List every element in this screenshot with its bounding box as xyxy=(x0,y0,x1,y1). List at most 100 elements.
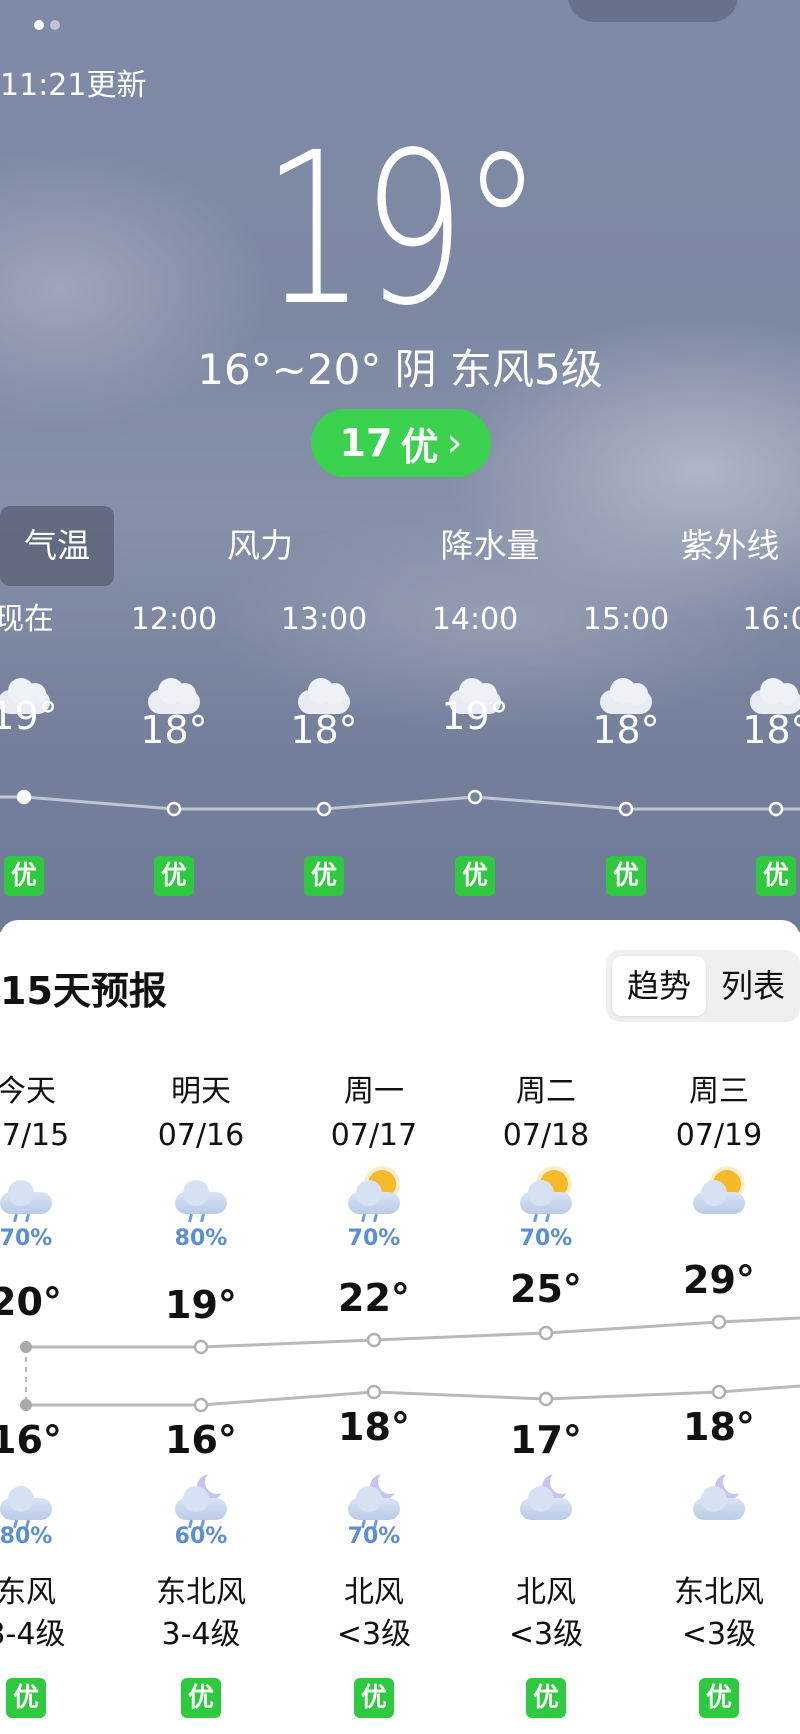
aqi-value: 17 xyxy=(339,421,393,465)
day-date: 07/17 xyxy=(330,1118,418,1153)
tab-temperature[interactable]: 气温 xyxy=(0,506,114,586)
day-name: 周一 xyxy=(344,1074,404,1109)
night-precip-chance: 70% xyxy=(347,1524,401,1549)
low-temp-point xyxy=(366,1384,382,1400)
chevron-right-icon: › xyxy=(446,420,463,466)
hour-column: 15:00 18° 优 xyxy=(556,590,696,896)
aqi-badge: 优 xyxy=(181,1678,221,1718)
aqi-badge: 优 xyxy=(6,1678,46,1718)
aqi-badge: 优 xyxy=(526,1678,566,1718)
view-toggle: 趋势 列表 xyxy=(606,950,800,1022)
low-temp-point xyxy=(20,1399,32,1411)
hour-point xyxy=(166,801,182,817)
current-weather-panel: 11:21更新 19° 16°~20° 阴 东风5级 17 优 › 气温 风力 … xyxy=(0,0,800,932)
tab-uv[interactable]: 紫外线 xyxy=(660,506,800,586)
day-precip-chance: 70% xyxy=(0,1226,53,1251)
tab-list[interactable]: 列表 xyxy=(708,956,798,1016)
hour-point xyxy=(768,801,784,817)
hour-time: 16:0 xyxy=(742,602,800,637)
rain-cloud-icon xyxy=(0,1474,56,1530)
hourly-temperature-line xyxy=(0,789,800,817)
wind-direction: 东北风 xyxy=(674,1575,764,1610)
aqi-badge: 优 xyxy=(4,856,44,896)
moon-rain-cloud-icon xyxy=(171,1470,231,1530)
hour-column: 14:00 19° 优 xyxy=(405,590,545,896)
aqi-badge: 优 xyxy=(699,1678,739,1718)
tab-trend[interactable]: 趋势 xyxy=(612,956,706,1016)
high-temp-point xyxy=(538,1325,554,1341)
high-temp-point xyxy=(711,1314,727,1330)
day-date: 07/19 xyxy=(675,1118,763,1153)
wind-level: <3级 xyxy=(681,1617,757,1652)
hour-time: 12:00 xyxy=(130,602,218,637)
current-temperature: 19° xyxy=(261,107,543,352)
wind-direction: 东风 xyxy=(0,1575,56,1610)
hour-point xyxy=(316,801,332,817)
day-precip-chance: 70% xyxy=(347,1226,401,1251)
low-temp-point xyxy=(711,1384,727,1400)
rain-cloud-icon xyxy=(0,1168,56,1224)
update-time: 11:21更新 xyxy=(0,68,147,103)
page-indicator xyxy=(34,20,60,30)
daily-temperature-trend xyxy=(20,1314,800,1413)
aqi-badge: 优 xyxy=(304,856,344,896)
wind-level: 3-4级 xyxy=(0,1617,66,1652)
day-precip-chance: 70% xyxy=(519,1226,573,1251)
wind-direction: 北风 xyxy=(344,1575,404,1610)
aqi-badge: 优 xyxy=(354,1678,394,1718)
aqi-label: 优 xyxy=(400,424,439,469)
hour-point xyxy=(618,801,634,817)
metric-tabs: 气温 风力 降水量 紫外线 xyxy=(0,506,800,586)
aqi-badge: 优 xyxy=(154,856,194,896)
aqi-badge: 优 xyxy=(455,856,495,896)
hour-point xyxy=(467,789,483,805)
wind-direction: 东北风 xyxy=(156,1575,246,1610)
sun-rain-cloud-icon xyxy=(516,1168,576,1224)
aqi-badge: 优 xyxy=(606,856,646,896)
hour-time: 13:00 xyxy=(280,602,368,637)
hour-column: 16:018°优 xyxy=(706,590,800,896)
night-precip-chance: 80% xyxy=(0,1524,53,1549)
day-name: 明天 xyxy=(171,1074,231,1109)
cloud-map-button[interactable] xyxy=(568,0,738,22)
moon-rain-cloud-icon xyxy=(344,1470,404,1530)
day-precip-chance: 80% xyxy=(174,1226,228,1251)
sun-cloud-icon xyxy=(689,1168,749,1224)
hour-column: 12:00 18° 优 xyxy=(104,590,244,896)
hour-temperature: 19° xyxy=(441,694,509,738)
tab-wind[interactable]: 风力 xyxy=(200,506,320,586)
wind-level: 3-4级 xyxy=(161,1617,241,1652)
sun-rain-cloud-icon xyxy=(344,1168,404,1224)
rain-cloud-icon xyxy=(171,1168,231,1224)
night-precip-chance: 60% xyxy=(174,1524,228,1549)
low-temp-point xyxy=(193,1397,209,1413)
hour-time: 15:00 xyxy=(582,602,670,637)
moon-cloud-icon xyxy=(689,1470,749,1530)
hour-column: 现在 19° 优 xyxy=(0,590,94,896)
aqi-badge: 优 xyxy=(756,856,796,896)
today-summary: 16°~20° 阴 东风5级 xyxy=(197,345,603,394)
moon-cloud-icon xyxy=(516,1470,576,1530)
day-name: 周二 xyxy=(516,1074,576,1109)
hour-time: 现在 xyxy=(0,602,54,637)
forecast-title: 15天预报 xyxy=(0,969,167,1013)
high-temp-point xyxy=(20,1341,32,1353)
hour-time: 14:00 xyxy=(431,602,519,637)
page-dot-active xyxy=(34,20,44,30)
high-temp-point xyxy=(193,1339,209,1355)
hour-point xyxy=(16,789,32,805)
wind-level: <3级 xyxy=(336,1617,412,1652)
day-name: 周三 xyxy=(689,1074,749,1109)
day-date: 07/16 xyxy=(157,1118,245,1153)
day-date: 07/18 xyxy=(502,1118,590,1153)
high-temp-point xyxy=(366,1332,382,1348)
hour-temperature: 19° xyxy=(0,694,58,738)
trend-line xyxy=(26,1316,800,1349)
tab-precipitation[interactable]: 降水量 xyxy=(420,506,560,586)
aqi-button[interactable]: 17 优 › xyxy=(311,409,491,477)
hour-column: 13:00 18° 优 xyxy=(254,590,394,896)
high-temperature: 29° xyxy=(683,1258,755,1302)
wind-level: <3级 xyxy=(508,1617,584,1652)
low-temp-point xyxy=(538,1391,554,1407)
wind-direction: 北风 xyxy=(516,1575,576,1610)
